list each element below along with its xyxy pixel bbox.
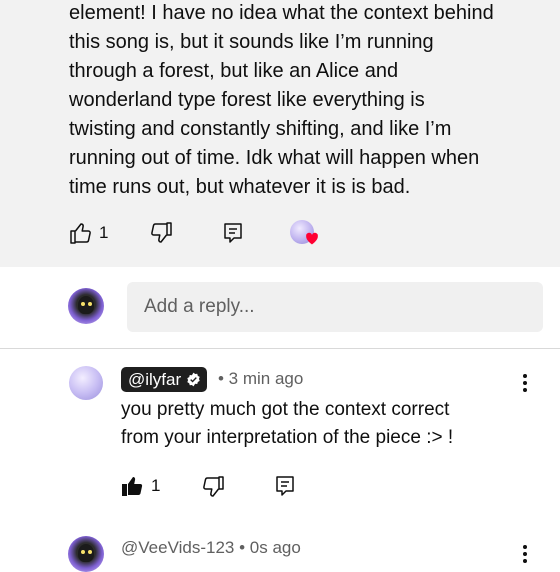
reply-like-button[interactable]: 1 (121, 474, 160, 498)
comment-line: wonderland type forest like everything i… (69, 89, 425, 111)
comment-card: element! I have no idea what the context… (0, 0, 560, 267)
comment-line: this song is, but it sounds like I’m run… (69, 31, 434, 53)
reply-comment-icon (224, 223, 242, 243)
reply-dislike-button[interactable] (201, 475, 225, 499)
comment-text: element! I have no idea what the context… (69, 0, 539, 202)
heart-icon (306, 232, 318, 245)
thumbs-down-icon (203, 476, 224, 497)
thumbs-down-icon (151, 222, 172, 243)
divider (0, 348, 560, 349)
avatar (68, 288, 104, 324)
author-handle[interactable]: @VeeVids-123 (121, 538, 234, 557)
like-button[interactable]: 1 (69, 221, 108, 245)
reply-button[interactable] (221, 221, 245, 245)
author-handle-badge[interactable]: @ilyfar (121, 367, 208, 392)
verified-check-icon (187, 372, 200, 387)
comment-line: running out of time. Idk what will happe… (69, 147, 480, 169)
more-vertical-icon[interactable] (520, 374, 530, 396)
comment-line: element! I have no idea what the context… (69, 2, 494, 24)
comment-line: time runs out, but whatever it is is bad… (69, 176, 411, 198)
thumbs-up-icon (122, 477, 143, 496)
reply-line: you pretty much got the context correct (121, 399, 450, 420)
avatar (68, 536, 104, 572)
reply-comment-icon (276, 476, 294, 496)
reply-text: you pretty much got the context correct … (121, 396, 521, 452)
reply-like-count: 1 (151, 476, 161, 495)
reply-placeholder: Add a reply... (144, 296, 255, 317)
author-handle: @ilyfar (128, 369, 182, 389)
comment-line: through a forest, but like an Alice and (69, 60, 399, 82)
reply-line: from your interpretation of the piece :>… (121, 427, 454, 448)
like-count: 1 (99, 223, 109, 242)
more-vertical-icon[interactable] (520, 545, 530, 567)
dislike-button[interactable] (149, 221, 173, 245)
avatar (69, 366, 103, 400)
reply-author-line: @VeeVids-123 • 0s ago (121, 538, 301, 558)
creator-heart (290, 220, 322, 248)
reply-timestamp: • 3 min ago (218, 369, 304, 388)
thumbs-up-icon (70, 223, 91, 244)
comment-line: twisting and constantly shifting, and li… (69, 118, 452, 140)
reply-reply-button[interactable] (273, 474, 297, 498)
reply-timestamp: • 0s ago (239, 538, 301, 557)
add-reply-input[interactable]: Add a reply... (127, 282, 543, 332)
